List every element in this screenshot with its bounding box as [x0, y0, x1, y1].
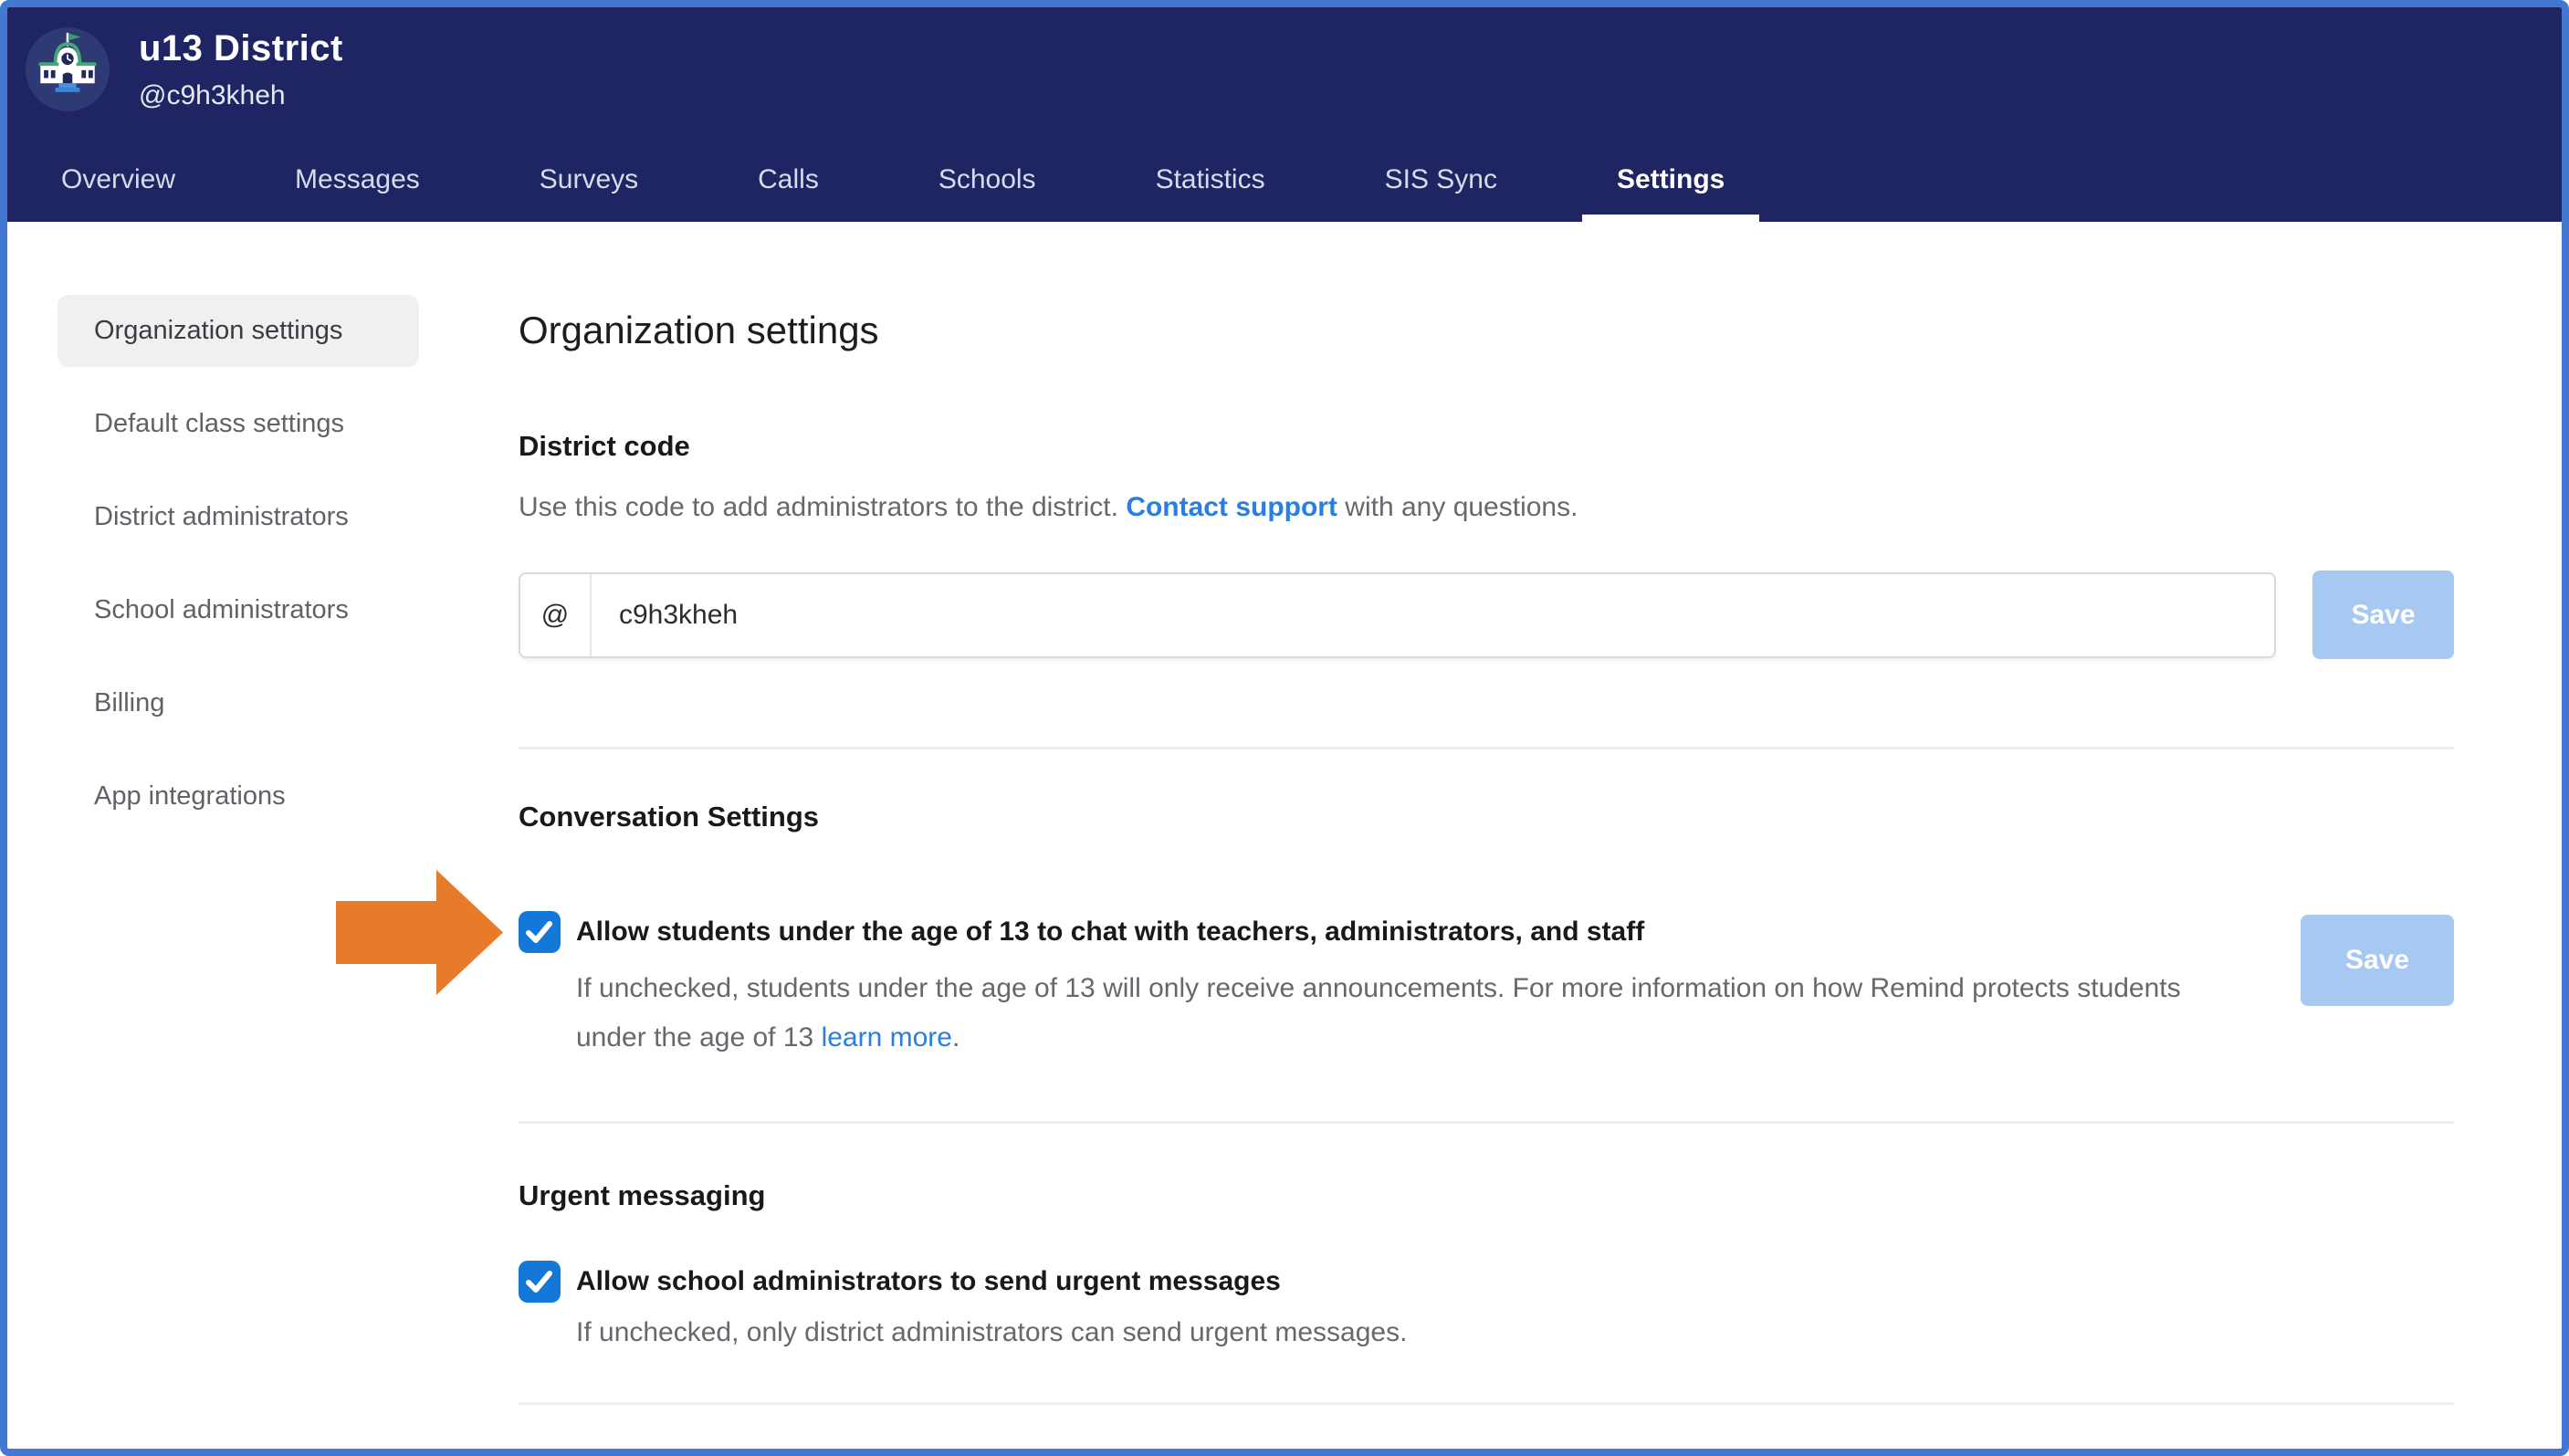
- conversation-setting-row: Allow students under the age of 13 to ch…: [519, 911, 2454, 1063]
- contact-support-link[interactable]: Contact support: [1126, 492, 1337, 522]
- sidebar-item-school-administrators[interactable]: School administrators: [58, 574, 419, 646]
- tab-statistics[interactable]: Statistics: [1121, 137, 1300, 222]
- district-code-input[interactable]: [592, 574, 2274, 656]
- district-text: u13 District @c9h3kheh: [139, 27, 343, 111]
- u13-chat-desc-suffix: .: [952, 1022, 959, 1053]
- checkmark-icon: [519, 911, 561, 953]
- page-title: Organization settings: [519, 310, 2454, 351]
- u13-chat-checkbox-label: Allow students under the age of 13 to ch…: [576, 911, 1644, 953]
- settings-main: Organization settings District code Use …: [519, 222, 2454, 1412]
- urgent-messages-checkbox-label: Allow school administrators to send urge…: [576, 1261, 1281, 1303]
- district-code-desc-prefix: Use this code to add administrators to t…: [519, 492, 1126, 522]
- checkmark-icon: [519, 1261, 561, 1303]
- tab-schools[interactable]: Schools: [904, 137, 1071, 222]
- urgent-setting-row: Allow school administrators to send urge…: [519, 1261, 2454, 1354]
- section-divider: [519, 1121, 2454, 1124]
- tab-overview[interactable]: Overview: [26, 137, 210, 222]
- tab-sis-sync[interactable]: SIS Sync: [1350, 137, 1532, 222]
- sidebar-item-app-integrations[interactable]: App integrations: [58, 760, 419, 833]
- at-prefix: @: [520, 574, 592, 656]
- u13-chat-checkbox[interactable]: [519, 911, 561, 953]
- tab-settings[interactable]: Settings: [1582, 137, 1759, 222]
- sidebar-item-organization-settings[interactable]: Organization settings: [58, 295, 419, 367]
- content-area: Organization settings Default class sett…: [7, 222, 2562, 1412]
- district-handle: @c9h3kheh: [139, 80, 343, 111]
- conversation-settings-heading: Conversation Settings: [519, 800, 2454, 834]
- learn-more-link[interactable]: learn more: [822, 1022, 952, 1053]
- urgent-setting-body: Allow school administrators to send urge…: [519, 1261, 2454, 1354]
- conversation-setting-body: Allow students under the age of 13 to ch…: [519, 911, 2301, 1063]
- u13-chat-desc-prefix: If unchecked, students under the age of …: [576, 973, 2181, 1053]
- urgent-messaging-heading: Urgent messaging: [519, 1178, 2454, 1213]
- section-divider: [519, 1402, 2454, 1405]
- settings-sidebar: Organization settings Default class sett…: [58, 222, 419, 1412]
- district-code-input-row: @ Save: [519, 571, 2454, 659]
- district-info: u13 District @c9h3kheh: [7, 7, 2562, 111]
- u13-chat-checkbox-line: Allow students under the age of 13 to ch…: [519, 911, 2301, 953]
- district-header: u13 District @c9h3kheh Overview Messages…: [7, 7, 2562, 222]
- tab-messages[interactable]: Messages: [260, 137, 455, 222]
- district-avatar: [26, 27, 110, 111]
- sidebar-item-billing[interactable]: Billing: [58, 667, 419, 739]
- urgent-messages-description: If unchecked, only district administrato…: [576, 1312, 2183, 1354]
- urgent-checkbox-line: Allow school administrators to send urge…: [519, 1261, 2454, 1303]
- urgent-messages-checkbox[interactable]: [519, 1261, 561, 1303]
- district-code-save-button[interactable]: Save: [2312, 571, 2454, 659]
- app-window: u13 District @c9h3kheh Overview Messages…: [0, 0, 2569, 1456]
- main-nav: Overview Messages Surveys Calls Schools …: [7, 137, 1759, 222]
- district-code-desc-suffix: with any questions.: [1337, 492, 1578, 522]
- district-code-input-group: @: [519, 572, 2276, 658]
- section-divider: [519, 747, 2454, 749]
- district-name: u13 District: [139, 27, 343, 69]
- sidebar-item-default-class-settings[interactable]: Default class settings: [58, 388, 419, 460]
- conversation-save-button[interactable]: Save: [2301, 915, 2454, 1006]
- district-code-description: Use this code to add administrators to t…: [519, 489, 2454, 526]
- sidebar-item-district-administrators[interactable]: District administrators: [58, 481, 419, 553]
- u13-chat-description: If unchecked, students under the age of …: [576, 964, 2183, 1063]
- tab-surveys[interactable]: Surveys: [505, 137, 673, 222]
- tab-calls[interactable]: Calls: [723, 137, 854, 222]
- district-code-heading: District code: [519, 429, 2454, 464]
- school-building-icon: [26, 26, 110, 114]
